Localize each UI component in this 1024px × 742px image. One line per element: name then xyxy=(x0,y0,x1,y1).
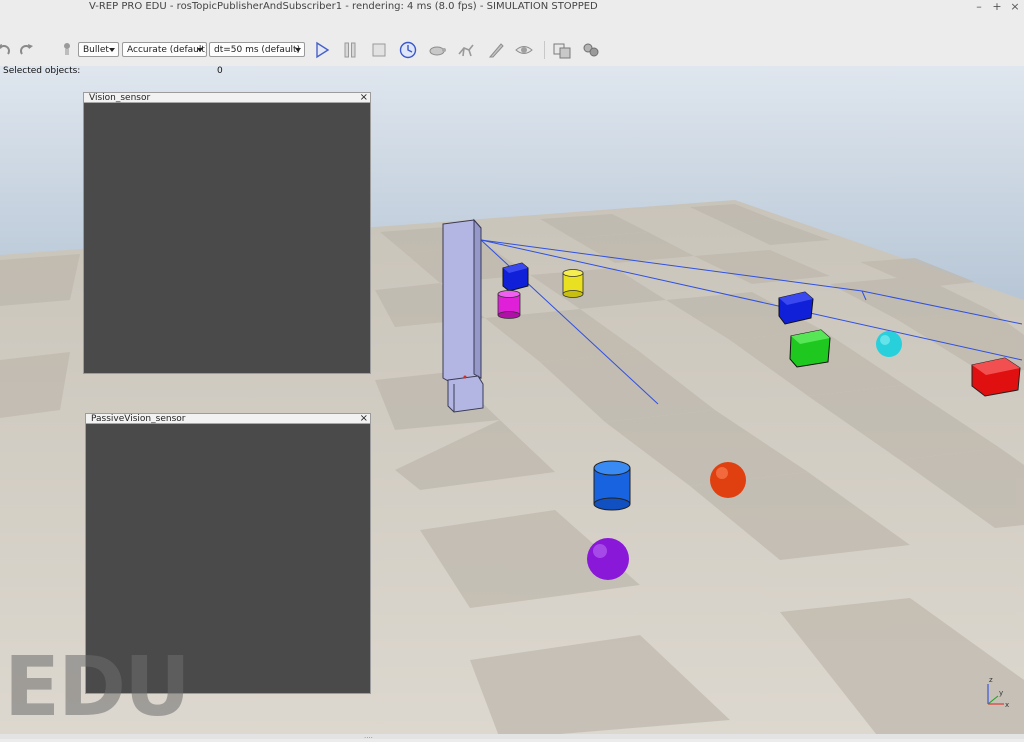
accuracy-value: Accurate (default) xyxy=(127,45,207,55)
blue-cube-right[interactable] xyxy=(778,291,814,325)
cyan-sphere[interactable] xyxy=(876,331,902,357)
blue-cube-small[interactable] xyxy=(502,262,529,292)
speed-up-icon[interactable] xyxy=(456,40,476,60)
blue-cylinder[interactable] xyxy=(593,460,631,511)
slow-down-icon[interactable] xyxy=(427,40,447,60)
axis-z-label: z xyxy=(989,676,993,684)
close-icon[interactable]: × xyxy=(360,92,368,103)
passive-vision-sensor-window-title: PassiveVision_sensor xyxy=(91,414,186,424)
purple-sphere[interactable] xyxy=(587,538,629,580)
redo-icon[interactable] xyxy=(16,40,36,60)
pointer-icon[interactable] xyxy=(58,40,78,60)
undo-icon[interactable] xyxy=(0,40,14,60)
passive-vision-sensor-window-header[interactable]: PassiveVision_sensor × xyxy=(86,413,370,424)
orange-sphere[interactable] xyxy=(710,462,746,498)
minimize-button[interactable]: – xyxy=(972,0,986,13)
thread-rendering-icon[interactable] xyxy=(486,40,506,60)
splitter-handle[interactable]: ···· xyxy=(364,734,384,742)
play-icon[interactable] xyxy=(312,40,332,60)
chevron-down-icon xyxy=(295,48,301,52)
axis-x-label: x xyxy=(1005,701,1009,709)
accuracy-select[interactable]: Accurate (default) xyxy=(122,42,207,57)
edu-watermark: EDU xyxy=(4,640,191,735)
chevron-down-icon xyxy=(197,48,203,52)
pause-icon[interactable] xyxy=(340,40,360,60)
green-cube[interactable] xyxy=(789,329,831,368)
status-strip xyxy=(0,734,1024,739)
visualization-icon[interactable] xyxy=(514,40,534,60)
vision-sensor-body[interactable] xyxy=(442,218,484,413)
stop-icon[interactable] xyxy=(369,40,389,60)
selected-objects-count: 0 xyxy=(217,66,223,76)
vision-sensor-window-header[interactable]: Vision_sensor × xyxy=(84,92,370,103)
page-selector-icon[interactable] xyxy=(552,40,572,60)
chevron-down-icon xyxy=(109,48,115,52)
vision-sensor-window[interactable]: Vision_sensor × xyxy=(83,92,371,374)
selected-objects-label: Selected objects: xyxy=(3,66,81,76)
axes-indicator-icon: z x y xyxy=(987,676,1009,709)
magenta-cylinder[interactable] xyxy=(497,290,521,319)
close-window-button[interactable]: × xyxy=(1008,0,1022,13)
maximize-button[interactable]: + xyxy=(990,0,1004,13)
yellow-cylinder[interactable] xyxy=(562,269,584,298)
scene-selector-icon[interactable] xyxy=(581,40,601,60)
physics-engine-select[interactable]: Bullet xyxy=(78,42,119,57)
physics-engine-value: Bullet xyxy=(83,45,109,55)
timestep-value: dt=50 ms (default) xyxy=(214,45,301,55)
axis-y-label: y xyxy=(999,689,1003,697)
red-cube[interactable] xyxy=(971,357,1021,397)
vision-sensor-window-title: Vision_sensor xyxy=(89,93,151,103)
title-bar: V-REP PRO EDU - rosTopicPublisherAndSubs… xyxy=(0,0,1024,16)
window-title: V-REP PRO EDU - rosTopicPublisherAndSubs… xyxy=(89,1,598,12)
toolbar-separator xyxy=(544,41,545,59)
close-icon[interactable]: × xyxy=(360,413,368,424)
realtime-icon[interactable] xyxy=(398,40,418,60)
timestep-select[interactable]: dt=50 ms (default) xyxy=(209,42,305,57)
